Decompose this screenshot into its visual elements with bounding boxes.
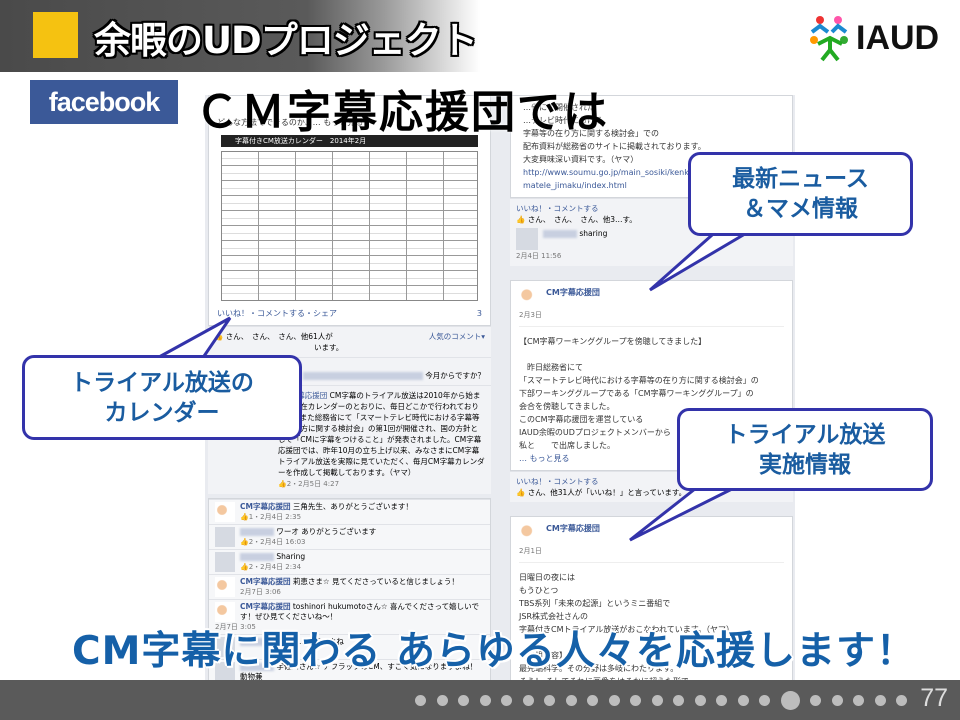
callout-trial-line1: トライアル放送 <box>724 421 886 448</box>
callout-calendar-line2: カレンダー <box>104 399 220 426</box>
slide-tagline: CM字幕に関わる あらゆる人々を応援します！ <box>72 629 917 674</box>
callout-news-line2: ＆マメ情報 <box>743 196 858 222</box>
callout-news: 最新ニュース ＆マメ情報 <box>688 152 913 236</box>
callout-news-line1: 最新ニュース <box>732 166 869 192</box>
callout-trial-line2: 実施情報 <box>759 451 851 478</box>
callout-calendar-line1: トライアル放送の <box>70 369 254 396</box>
callout-trial: トライアル放送 実施情報 <box>677 408 933 491</box>
callout-calendar: トライアル放送の カレンダー <box>22 355 302 440</box>
